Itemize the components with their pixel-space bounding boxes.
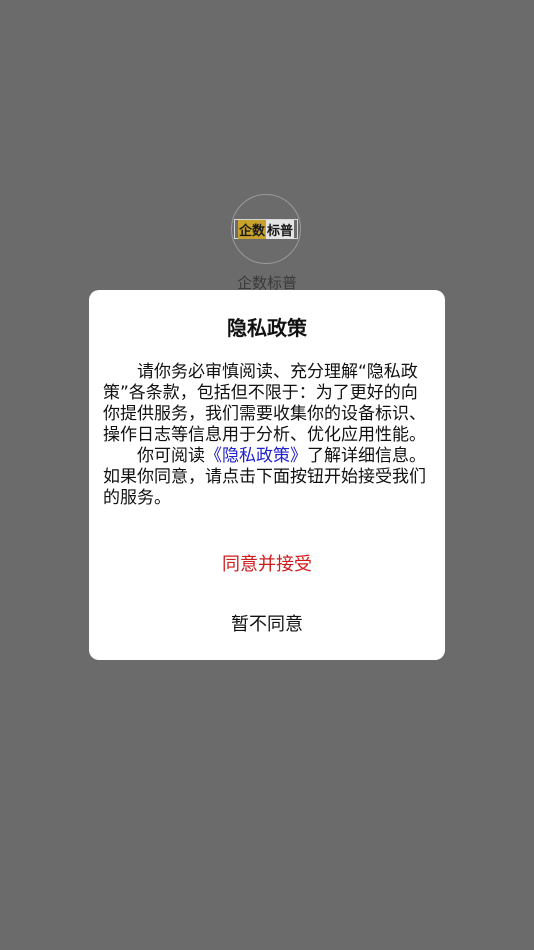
logo-text-part1: 企数 bbox=[237, 219, 266, 239]
dialog-title: 隐私政策 bbox=[227, 316, 307, 340]
app-logo: 企数 标普 bbox=[231, 194, 301, 264]
decline-button[interactable]: 暂不同意 bbox=[89, 610, 445, 636]
dialog-paragraph-1: 请你务必审慎阅读、充分理解“隐私政策”各条款，包括但不限于：为了更好的向你提供服… bbox=[103, 362, 426, 445]
privacy-dialog: 隐私政策 请你务必审慎阅读、充分理解“隐私政策”各条款，包括但不限于：为了更好的… bbox=[89, 290, 445, 660]
agree-button[interactable]: 同意并接受 bbox=[89, 550, 445, 576]
privacy-policy-link[interactable]: 《隐私政策》 bbox=[205, 446, 307, 466]
logo-text-part2: 标普 bbox=[266, 219, 295, 239]
dialog-body: 请你务必审慎阅读、充分理解“隐私政策”各条款，包括但不限于：为了更好的向你提供服… bbox=[103, 362, 433, 509]
dialog-paragraph-2: 你可阅读《隐私政策》了解详细信息。如果你同意，请点击下面按钮开始接受我们的服务。 bbox=[103, 446, 433, 509]
logo-badge: 企数 标普 bbox=[234, 219, 298, 239]
paragraph-2-before: 你可阅读 bbox=[137, 446, 205, 466]
